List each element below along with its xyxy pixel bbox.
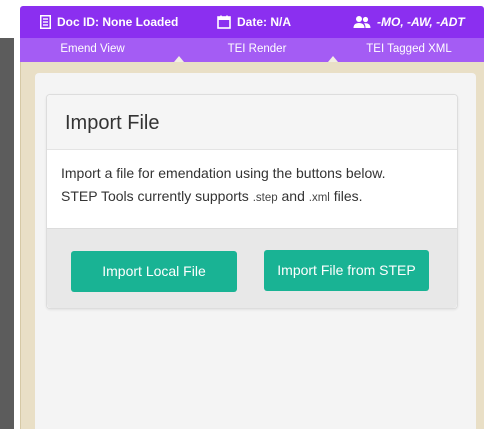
xml-extension: .xml: [308, 192, 330, 204]
tab-emend-view[interactable]: Emend View: [20, 38, 165, 62]
panel-body-line-2: STEP Tools currently supports .step and …: [61, 185, 441, 210]
and-text: and: [277, 188, 309, 204]
users-text: -MO, -AW, -ADT: [377, 15, 465, 29]
import-file-from-step-button[interactable]: Import File from STEP: [264, 250, 429, 291]
step-extension: .step: [252, 192, 278, 204]
date-text: Date: N/A: [237, 15, 292, 29]
top-header-bar: Doc ID: None Loaded Date: N/A -MO, -AW, …: [20, 6, 484, 38]
calendar-icon: [217, 15, 231, 29]
panel-body: Import a file for emendation using the b…: [61, 162, 441, 210]
document-icon: [40, 15, 51, 29]
files-text: files.: [329, 188, 363, 204]
view-tabs: Emend View TEI Render TEI Tagged XML: [20, 38, 484, 62]
panel-footer: Import Local File Import File from STEP: [47, 228, 457, 308]
supports-text: STEP Tools currently supports: [61, 188, 253, 204]
doc-id-text: Doc ID: None Loaded: [57, 15, 179, 29]
import-local-file-button[interactable]: Import Local File: [71, 251, 237, 292]
doc-id-indicator: Doc ID: None Loaded: [40, 15, 178, 29]
import-file-panel: Import File Import a file for emendation…: [46, 94, 458, 309]
users-indicator: -MO, -AW, -ADT: [353, 15, 465, 29]
left-margin-top: [0, 0, 20, 38]
panel-title: Import File: [65, 112, 160, 134]
left-sidebar-strip: [0, 38, 14, 429]
panel-body-line-1: Import a file for emendation using the b…: [61, 165, 386, 181]
tab-tei-tagged-xml[interactable]: TEI Tagged XML: [334, 38, 484, 62]
tab-indicator-notch: [328, 56, 338, 62]
panel-heading: Import File: [47, 95, 457, 150]
tab-indicator-notch: [174, 56, 184, 62]
users-icon: [353, 15, 371, 29]
date-indicator: Date: N/A: [217, 15, 291, 29]
tab-tei-render[interactable]: TEI Render: [180, 38, 334, 62]
